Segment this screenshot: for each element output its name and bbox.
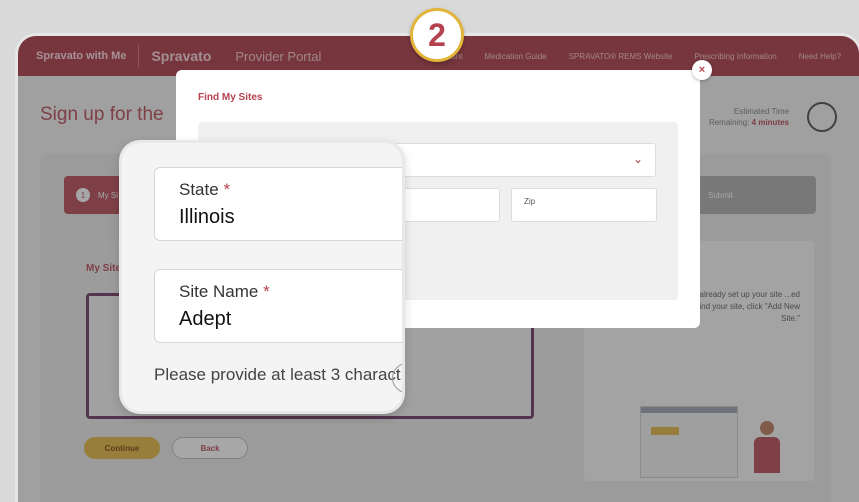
site-name-label: Site Name *	[179, 282, 270, 302]
site-name-field-zoomed[interactable]: Site Name * Adept	[154, 269, 402, 343]
site-name-label-text: Site Name	[179, 282, 259, 301]
zip-label: Zip	[524, 197, 536, 206]
site-name-value: Adept	[179, 308, 232, 330]
required-marker: *	[223, 180, 231, 199]
zoom-callout: State * Illinois Site Name * Adept Pleas…	[122, 143, 402, 411]
state-label: State *	[179, 180, 230, 200]
step-number-badge: 2	[410, 8, 464, 62]
validation-hint: Please provide at least 3 charact	[154, 365, 401, 384]
state-value: Illinois	[179, 206, 235, 228]
state-field-zoomed[interactable]: State * Illinois	[154, 167, 402, 241]
required-marker: *	[263, 282, 270, 301]
state-label-text: State	[179, 180, 219, 199]
chevron-down-icon: ⌄	[632, 152, 643, 166]
close-icon[interactable]: ×	[692, 60, 712, 80]
modal-title: Find My Sites	[198, 92, 263, 103]
zip-field[interactable]: Zip	[511, 188, 657, 222]
